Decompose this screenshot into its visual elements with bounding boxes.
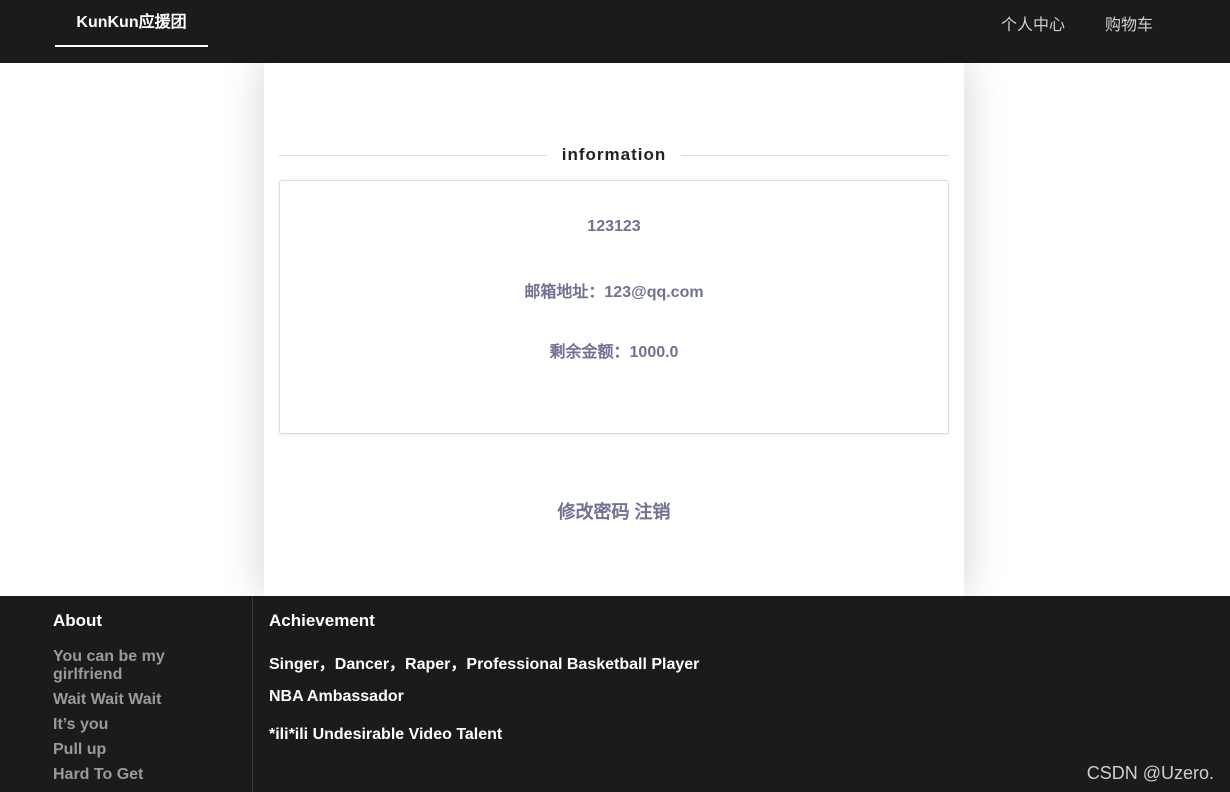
achievement-item: NBA Ambassador	[269, 688, 404, 705]
footer-about-column: About You can be my girlfriend Wait Wait…	[0, 596, 253, 792]
divider-line-right	[681, 155, 949, 156]
change-password-link[interactable]: 修改密码	[557, 502, 629, 522]
about-item[interactable]: Pull up	[53, 741, 233, 759]
achievement-title: Achievement	[269, 611, 375, 630]
about-item[interactable]: You can be my girlfriend	[53, 648, 233, 684]
brand-logo-link[interactable]: KunKun应援团	[55, 0, 208, 47]
about-title: About	[53, 611, 103, 630]
logout-link[interactable]: 注销	[635, 502, 671, 522]
user-info-box: 123123 邮箱地址：123@qq.com 剩余金额：1000.0	[279, 180, 949, 434]
about-item[interactable]: Wait Wait Wait	[53, 691, 233, 709]
about-item[interactable]: Hard To Get	[53, 766, 233, 784]
profile-card: information 123123 邮箱地址：123@qq.com 剩余金额：…	[264, 63, 964, 596]
csdn-watermark: CSDN @Uzero.	[1086, 763, 1214, 783]
nav-links: 个人中心 购物车	[1001, 0, 1153, 46]
balance-text: 剩余金额：1000.0	[549, 344, 679, 361]
achievement-item: Singer，Dancer，Raper，Professional Basketb…	[269, 656, 700, 673]
achievement-item: *ili*ili Undesirable Video Talent	[269, 726, 503, 743]
about-list: You can be my girlfriend Wait Wait Wait …	[53, 648, 233, 791]
username-text: 123123	[587, 218, 641, 235]
footer: About You can be my girlfriend Wait Wait…	[0, 596, 1230, 792]
section-divider: information	[279, 143, 949, 167]
top-navbar: KunKun应援团 个人中心 购物车	[0, 0, 1230, 63]
email-text: 邮箱地址：123@qq.com	[524, 284, 704, 301]
nav-link-cart[interactable]: 购物车	[1105, 11, 1153, 35]
nav-link-personal-center[interactable]: 个人中心	[1001, 11, 1065, 35]
account-actions: 修改密码 注销	[264, 498, 964, 524]
about-item[interactable]: It’s you	[53, 716, 233, 734]
